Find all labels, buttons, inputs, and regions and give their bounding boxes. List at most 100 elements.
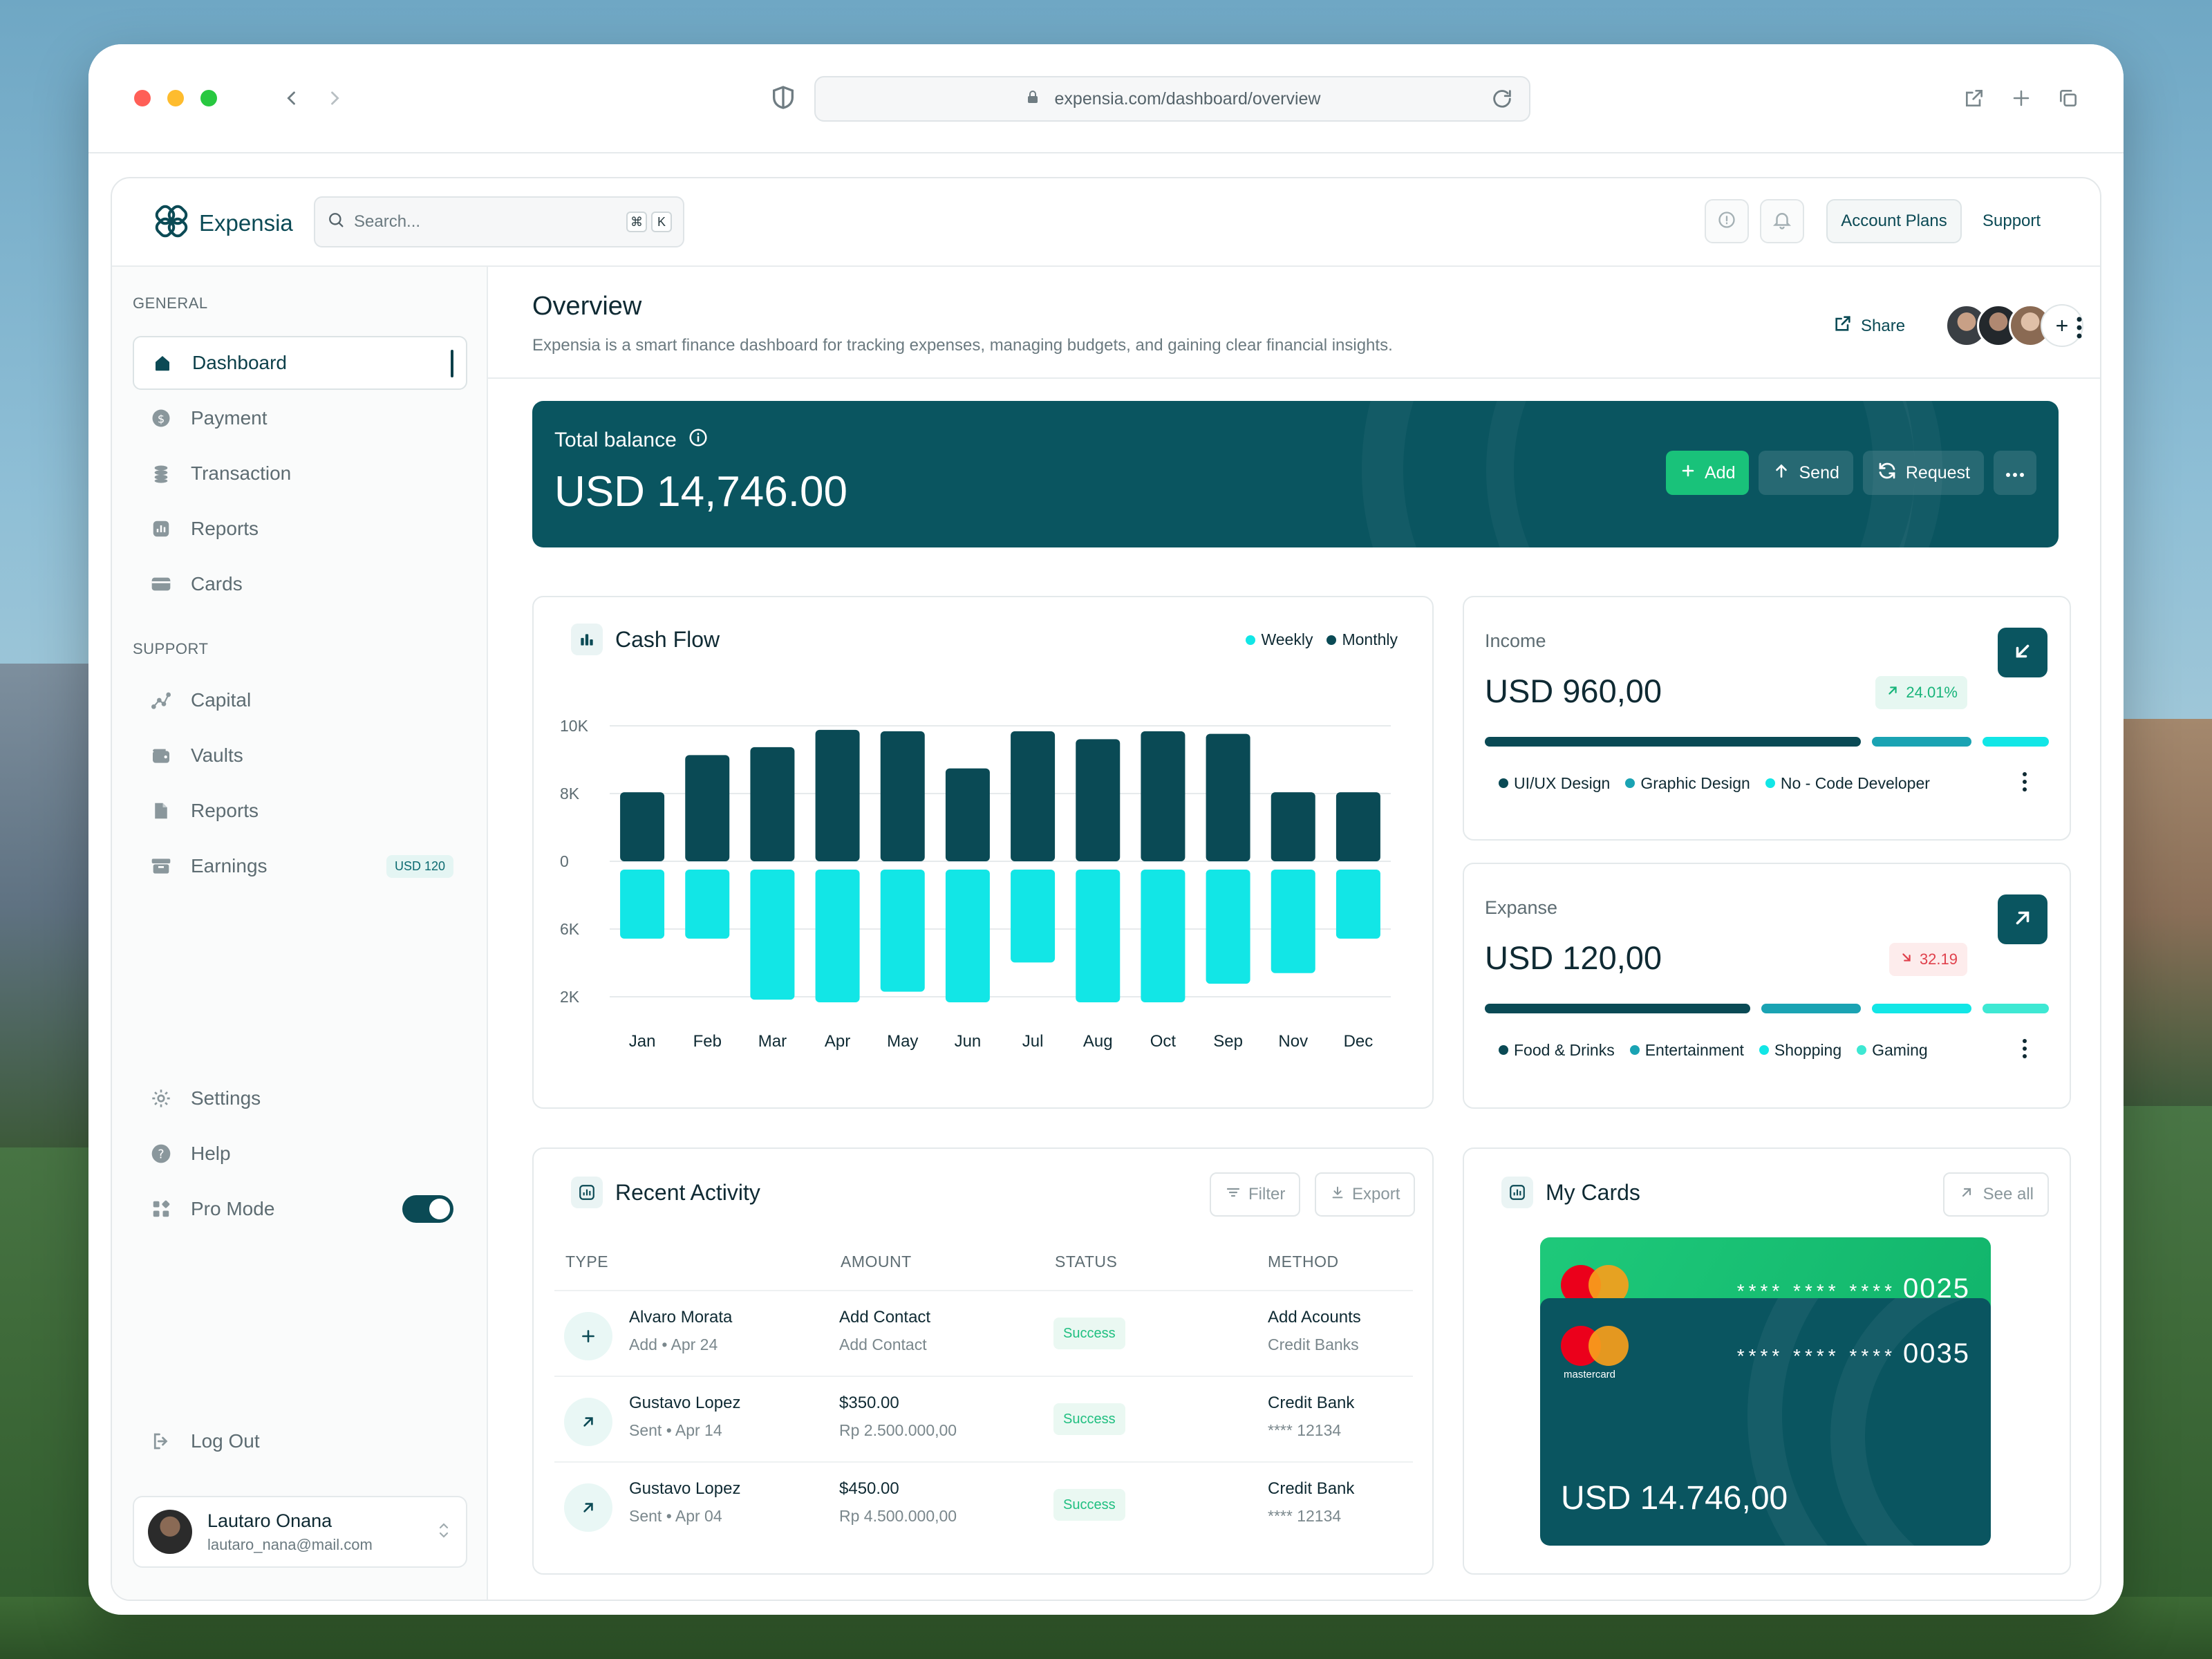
maximize-window-button[interactable] xyxy=(200,90,217,106)
bar-weekly xyxy=(620,870,665,939)
bar-weekly xyxy=(1076,870,1121,1002)
legend-weekly[interactable]: Weekly xyxy=(1246,630,1313,649)
more-actions-button[interactable] xyxy=(1994,451,2036,495)
income-arrow-button[interactable] xyxy=(1998,628,2047,677)
recent-activity-title: Recent Activity xyxy=(571,1177,760,1208)
new-tab-icon[interactable] xyxy=(2006,83,2036,113)
legend-item: Entertainment xyxy=(1630,1041,1744,1060)
filter-icon xyxy=(1225,1184,1241,1206)
lock-icon xyxy=(1024,88,1041,110)
brand-name: Expensia xyxy=(199,209,293,236)
reload-icon[interactable] xyxy=(1490,87,1514,115)
column-header-amount[interactable]: AMOUNT xyxy=(841,1253,912,1271)
distribution-segment xyxy=(1872,1004,1971,1013)
legend-monthly[interactable]: Monthly xyxy=(1327,630,1398,649)
sidebar-item-capital[interactable]: Capital xyxy=(133,673,467,727)
account-plans-button[interactable]: Account Plans xyxy=(1826,199,1962,243)
method-cell: Credit Bank **** 12134 xyxy=(1268,1394,1354,1440)
send-button[interactable]: Send xyxy=(1759,451,1853,495)
legend-item: UI/UX Design xyxy=(1499,774,1610,793)
share-out-icon[interactable] xyxy=(1959,83,1989,113)
expense-arrow-button[interactable] xyxy=(1998,894,2047,944)
pro-mode-toggle[interactable] xyxy=(402,1195,453,1223)
search-input[interactable]: Search... ⌘ K xyxy=(314,196,684,247)
app-header: Expensia Search... ⌘ K Account Plans Sup… xyxy=(112,178,2100,267)
logout-button[interactable]: Log Out xyxy=(133,1414,467,1468)
sidebar-item-cards[interactable]: Cards xyxy=(133,557,467,611)
table-row[interactable]: Alvaro Morata Add • Apr 24 Add Contact A… xyxy=(554,1290,1413,1376)
shield-icon[interactable] xyxy=(766,80,800,115)
column-header-status[interactable]: STATUS xyxy=(1055,1253,1117,1271)
filter-button[interactable]: Filter xyxy=(1210,1172,1301,1217)
sidebar-item-vaults[interactable]: Vaults xyxy=(133,729,467,782)
expense-label: Expanse xyxy=(1485,897,1558,918)
minimize-window-button[interactable] xyxy=(167,90,184,106)
bar-chart-icon xyxy=(571,624,603,655)
sidebar-item-dashboard[interactable]: Dashboard xyxy=(133,336,467,390)
filter-label: Filter xyxy=(1248,1185,1286,1203)
export-button[interactable]: Export xyxy=(1315,1172,1416,1217)
general-section-label: GENERAL xyxy=(133,294,208,312)
info-button[interactable] xyxy=(1705,199,1749,243)
more-options-icon[interactable] xyxy=(2075,314,2083,345)
browser-window: expensia.com/dashboard/overview Expensia… xyxy=(88,44,2124,1615)
balance-value: USD 14,746.00 xyxy=(554,468,847,516)
arrow-up-right-icon xyxy=(1958,1184,1975,1206)
sidebar-item-transaction[interactable]: Transaction xyxy=(133,447,467,500)
notifications-button[interactable] xyxy=(1760,199,1804,243)
user-profile-switcher[interactable]: Lautaro Onana lautaro_nana@mail.com xyxy=(133,1496,467,1568)
income-change-text: 24.01% xyxy=(1906,684,1958,701)
sidebar-item-label: Capital xyxy=(191,689,252,711)
more-options-icon[interactable] xyxy=(2021,1037,2028,1064)
column-header-method[interactable]: METHOD xyxy=(1268,1253,1339,1271)
income-legend: UI/UX Design Graphic Design No - Code De… xyxy=(1499,774,1930,793)
bar-weekly xyxy=(815,870,860,1002)
tabs-overview-icon[interactable] xyxy=(2053,83,2083,113)
back-icon[interactable] xyxy=(276,83,307,113)
column-header-type[interactable]: TYPE xyxy=(565,1253,608,1271)
method-value: Add Acounts xyxy=(1268,1308,1361,1327)
table-row[interactable]: Gustavo Lopez Sent • Apr 04 $450.00 Rp 4… xyxy=(554,1461,1413,1547)
more-options-icon[interactable] xyxy=(2021,770,2028,797)
see-all-button[interactable]: See all xyxy=(1942,1172,2049,1217)
request-button[interactable]: Request xyxy=(1862,451,1984,495)
info-icon[interactable] xyxy=(688,427,709,453)
browser-toolbar: expensia.com/dashboard/overview xyxy=(88,44,2124,153)
income-change-badge: 24.01% xyxy=(1875,676,1967,709)
sidebar-item-reports[interactable]: Reports xyxy=(133,502,467,556)
sidebar-item-label: Dashboard xyxy=(192,352,287,373)
share-button[interactable]: Share xyxy=(1833,314,1905,338)
address-bar[interactable]: expensia.com/dashboard/overview xyxy=(814,76,1530,122)
app-container: Expensia Search... ⌘ K Account Plans Sup… xyxy=(111,177,2101,1601)
x-tick-label: Nov xyxy=(1278,1032,1308,1051)
avatar xyxy=(148,1510,192,1554)
forward-icon[interactable] xyxy=(319,83,350,113)
add-button[interactable]: Add xyxy=(1666,451,1750,495)
x-tick-label: Feb xyxy=(693,1032,722,1051)
income-value: USD 960,00 xyxy=(1485,673,1662,709)
sidebar-item-pro-mode[interactable]: Pro Mode xyxy=(133,1182,467,1236)
x-tick-label: Jul xyxy=(1022,1032,1044,1051)
amount-value: $350.00 xyxy=(839,1394,899,1412)
income-label: Income xyxy=(1485,630,1546,651)
x-tick-label: Oct xyxy=(1150,1032,1177,1051)
bar-weekly xyxy=(945,870,990,1002)
user-email: lautaro_nana@mail.com xyxy=(207,1535,373,1553)
table-row[interactable]: Gustavo Lopez Sent • Apr 14 $350.00 Rp 2… xyxy=(554,1376,1413,1461)
card-stars: **** **** **** xyxy=(1736,1345,1897,1367)
sidebar-item-earnings[interactable]: Earnings USD 120 xyxy=(133,839,467,893)
support-section-label: SUPPORT xyxy=(133,640,209,657)
x-tick-label: Sep xyxy=(1213,1032,1243,1051)
credit-card-front[interactable]: mastercard **** **** **** 0035 USD 14.746… xyxy=(1540,1298,1991,1546)
sidebar-item-settings[interactable]: Settings xyxy=(133,1071,467,1125)
sidebar-item-reports-support[interactable]: Reports xyxy=(133,784,467,838)
close-window-button[interactable] xyxy=(134,90,151,106)
sidebar-item-help[interactable]: ? Help xyxy=(133,1127,467,1181)
status-badge: Success xyxy=(1053,1403,1125,1435)
support-link[interactable]: Support xyxy=(1983,212,2041,231)
y-tick-label: 10K xyxy=(560,717,589,735)
sidebar-item-payment[interactable]: $ Payment xyxy=(133,391,467,445)
bar-monthly xyxy=(1206,733,1250,861)
balance-actions: Add Send Request xyxy=(1666,451,2036,495)
brand-logo[interactable]: Expensia xyxy=(153,203,293,243)
